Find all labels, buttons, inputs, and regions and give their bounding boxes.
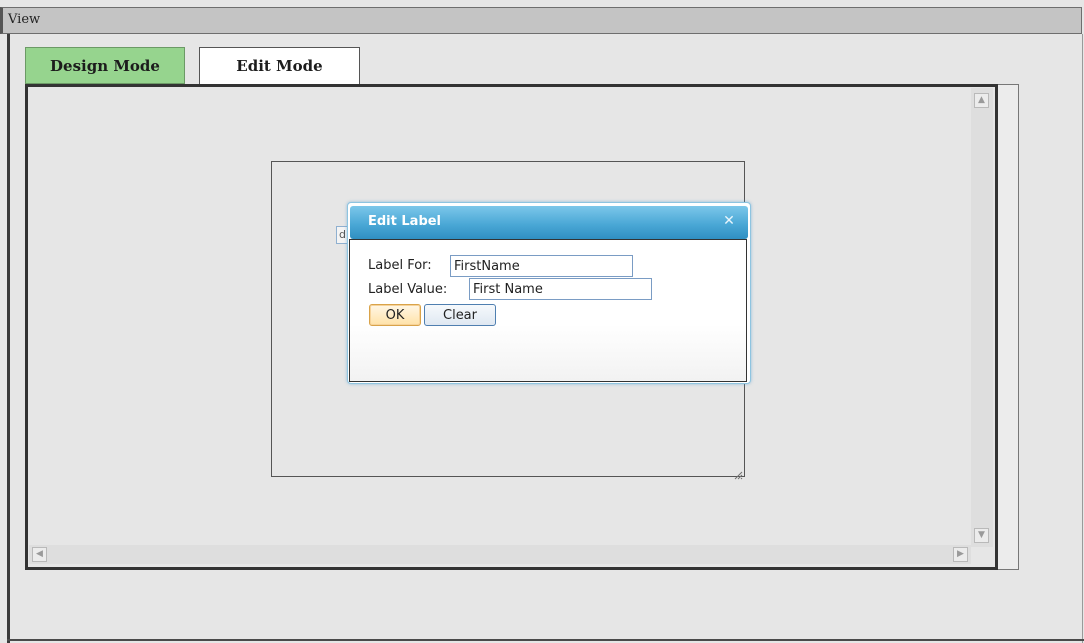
page-title: View [8, 12, 41, 27]
tab-edit-mode[interactable]: Edit Mode [199, 47, 360, 84]
ok-button[interactable]: OK [369, 304, 421, 326]
label-for-input[interactable] [450, 255, 633, 277]
label-value-input[interactable] [469, 278, 652, 300]
resize-grip-icon[interactable] [733, 465, 743, 480]
right-border [1082, 34, 1083, 643]
clear-button[interactable]: Clear [424, 304, 496, 326]
close-icon[interactable]: ✕ [722, 214, 736, 228]
scrollbar-corner [971, 547, 993, 564]
canvas-side-panel [998, 84, 1019, 570]
bottom-border [7, 639, 1084, 641]
dialog-title-bar[interactable]: Edit Label ✕ [350, 206, 748, 239]
left-border [7, 34, 10, 643]
scroll-right-button[interactable]: ▶ [953, 547, 968, 562]
app-frame: View Design Mode Edit Mode ▲ ▼ ◀ ▶ d Edi… [0, 0, 1084, 643]
scroll-up-button[interactable]: ▲ [974, 93, 989, 108]
dialog-title: Edit Label [368, 214, 442, 229]
horizontal-scrollbar[interactable] [29, 545, 971, 564]
vertical-scrollbar[interactable] [971, 88, 993, 547]
scroll-down-button[interactable]: ▼ [974, 528, 989, 543]
label-value-label: Label Value: [368, 282, 448, 297]
view-header: View [0, 7, 1082, 34]
tab-design-mode[interactable]: Design Mode [25, 47, 185, 84]
label-for-label: Label For: [368, 258, 432, 273]
scroll-left-button[interactable]: ◀ [32, 547, 47, 562]
